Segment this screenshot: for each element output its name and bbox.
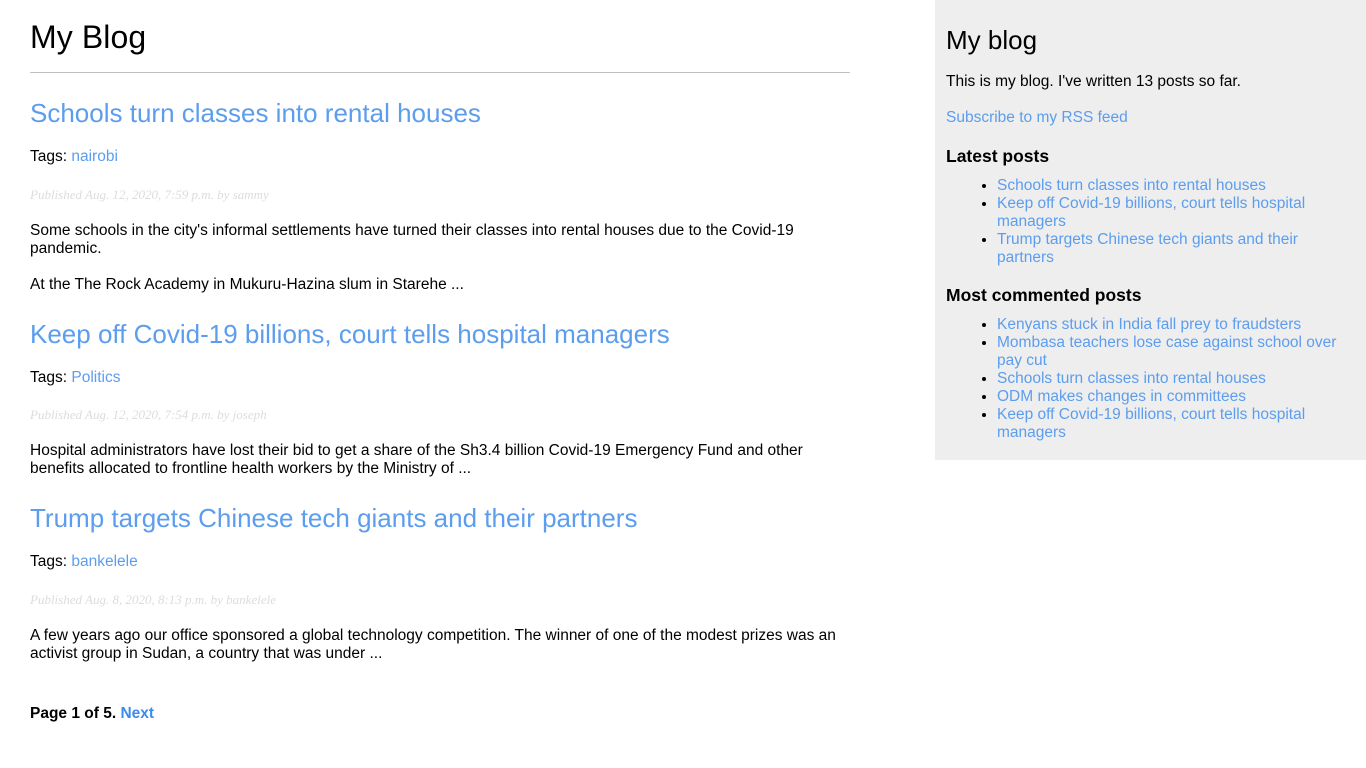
tags-label: Tags: bbox=[30, 553, 68, 571]
post-tags: Tags: nairobi bbox=[30, 146, 850, 168]
post-entry: Schools turn classes into rental houses … bbox=[30, 98, 850, 294]
latest-posts-list: Schools turn classes into rental houses … bbox=[946, 177, 1355, 267]
list-item: Keep off Covid-19 billions, court tells … bbox=[997, 406, 1355, 442]
most-commented-heading: Most commented posts bbox=[946, 284, 1142, 305]
commented-post-link[interactable]: Kenyans stuck in India fall prey to frau… bbox=[997, 316, 1301, 333]
rss-feed-link[interactable]: Subscribe to my RSS feed bbox=[946, 107, 1128, 129]
post-meta: Published Aug. 12, 2020, 7:59 p.m. by sa… bbox=[30, 186, 269, 202]
post-body: Some schools in the city's informal sett… bbox=[30, 222, 850, 294]
latest-post-link[interactable]: Keep off Covid-19 billions, court tells … bbox=[997, 195, 1305, 230]
list-item: ODM makes changes in committees bbox=[997, 388, 1355, 406]
list-item: Keep off Covid-19 billions, court tells … bbox=[997, 195, 1355, 231]
next-page-link[interactable]: Next bbox=[120, 705, 154, 722]
tag-link[interactable]: nairobi bbox=[71, 148, 118, 165]
most-commented-list: Kenyans stuck in India fall prey to frau… bbox=[946, 316, 1355, 442]
post-tags: Tags: bankelele bbox=[30, 551, 850, 573]
tags-label: Tags: bbox=[30, 368, 68, 386]
post-meta: Published Aug. 12, 2020, 7:54 p.m. by jo… bbox=[30, 407, 267, 423]
post-paragraph: Some schools in the city's informal sett… bbox=[30, 221, 794, 257]
post-title-link[interactable]: Trump targets Chinese tech giants and th… bbox=[30, 503, 637, 533]
tag-link[interactable]: bankelele bbox=[71, 553, 137, 570]
latest-post-link[interactable]: Schools turn classes into rental houses bbox=[997, 177, 1266, 194]
page-title: My Blog bbox=[30, 19, 147, 55]
post-tags: Tags: Politics bbox=[30, 367, 850, 389]
post-title: Schools turn classes into rental houses bbox=[30, 98, 850, 129]
commented-post-link[interactable]: Mombasa teachers lose case against schoo… bbox=[997, 334, 1336, 369]
post-body: Hospital administrators have lost their … bbox=[30, 442, 850, 478]
page-indicator: Page 1 of 5. bbox=[30, 704, 117, 722]
list-item: Mombasa teachers lose case against schoo… bbox=[997, 334, 1355, 370]
commented-post-link[interactable]: Schools turn classes into rental houses bbox=[997, 370, 1266, 387]
tag-link[interactable]: Politics bbox=[71, 369, 120, 386]
post-entry: Trump targets Chinese tech giants and th… bbox=[30, 503, 850, 663]
post-title: Keep off Covid-19 billions, court tells … bbox=[30, 319, 850, 350]
title-divider bbox=[30, 72, 850, 74]
post-paragraph: Hospital administrators have lost their … bbox=[30, 442, 803, 478]
list-item: Trump targets Chinese tech giants and th… bbox=[997, 231, 1355, 267]
post-paragraph: At the The Rock Academy in Mukuru-Hazina… bbox=[30, 275, 464, 293]
post-entry: Keep off Covid-19 billions, court tells … bbox=[30, 319, 850, 479]
list-item: Schools turn classes into rental houses bbox=[997, 370, 1355, 388]
tags-label: Tags: bbox=[30, 148, 68, 166]
post-title-link[interactable]: Schools turn classes into rental houses bbox=[30, 98, 481, 128]
latest-post-link[interactable]: Trump targets Chinese tech giants and th… bbox=[997, 231, 1298, 266]
sidebar-title: My blog bbox=[946, 25, 1038, 55]
blog-page: My blog This is my blog. I've written 13… bbox=[0, 0, 1366, 768]
post-meta: Published Aug. 8, 2020, 8:13 p.m. by ban… bbox=[30, 591, 276, 607]
sidebar-panel: My blog This is my blog. I've written 13… bbox=[935, 0, 1366, 460]
post-title-link[interactable]: Keep off Covid-19 billions, court tells … bbox=[30, 319, 670, 349]
commented-post-link[interactable]: Keep off Covid-19 billions, court tells … bbox=[997, 406, 1305, 441]
post-title: Trump targets Chinese tech giants and th… bbox=[30, 503, 850, 534]
latest-posts-heading: Latest posts bbox=[946, 145, 1050, 166]
pagination: Page 1 of 5. Next bbox=[30, 703, 850, 725]
post-body: A few years ago our office sponsored a g… bbox=[30, 627, 850, 663]
post-paragraph: A few years ago our office sponsored a g… bbox=[30, 626, 836, 662]
sidebar-description: This is my blog. I've written 13 posts s… bbox=[946, 72, 1241, 90]
list-item: Schools turn classes into rental houses bbox=[997, 177, 1355, 195]
main-content: My Blog Schools turn classes into rental… bbox=[30, 0, 850, 725]
commented-post-link[interactable]: ODM makes changes in committees bbox=[997, 388, 1246, 405]
list-item: Kenyans stuck in India fall prey to frau… bbox=[997, 316, 1355, 334]
